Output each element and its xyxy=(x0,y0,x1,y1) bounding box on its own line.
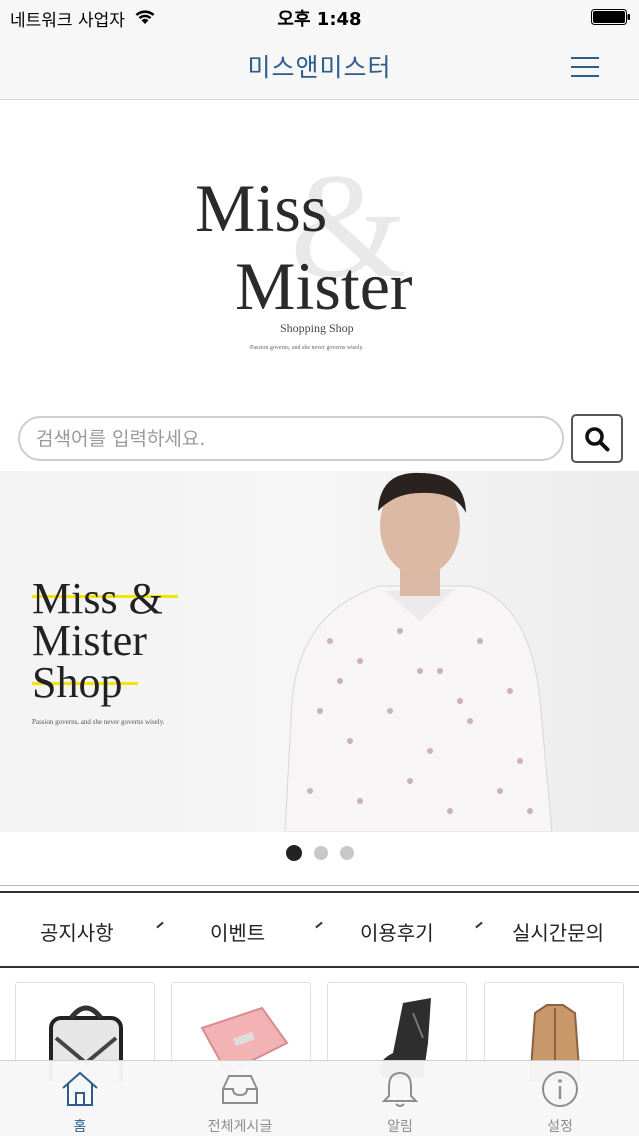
logo-line-2: Mister xyxy=(235,248,413,324)
category-live-inquiry[interactable]: 실시간문의 xyxy=(512,917,604,946)
home-icon xyxy=(62,1071,98,1106)
pager-dot-2[interactable] xyxy=(313,846,328,860)
logo-line-1: Miss xyxy=(195,170,327,246)
inbox-icon xyxy=(222,1075,258,1104)
hamburger-menu-icon[interactable] xyxy=(566,52,604,82)
brand-logo-area: & Miss Mister Shopping Shop Passion gove… xyxy=(0,101,639,406)
tab-home[interactable]: 홈 xyxy=(0,1061,160,1136)
tab-settings[interactable]: 설정 xyxy=(480,1061,639,1136)
tab-label: 전체게시글 xyxy=(207,1119,273,1135)
pager-dot-1[interactable] xyxy=(285,845,302,861)
battery-icon xyxy=(591,9,630,25)
promo-banner[interactable]: Miss & Mister Shop Passion governs, and … xyxy=(0,471,639,832)
tab-label: 알림 xyxy=(387,1119,413,1135)
search-field xyxy=(18,416,564,461)
category-review[interactable]: 이용후기 xyxy=(360,917,434,946)
banner-artwork: Miss & Mister Shop Passion governs, and … xyxy=(32,472,553,832)
tab-label: 설정 xyxy=(547,1119,573,1135)
bell-icon xyxy=(381,1071,419,1107)
tab-all-posts[interactable]: 전체게시글 xyxy=(160,1061,320,1136)
navigation-bar: 미스앤미스터 xyxy=(0,34,639,100)
banner-tagline: Passion governs, and she never governs w… xyxy=(32,718,165,726)
category-separator xyxy=(156,921,164,929)
search-button[interactable] xyxy=(571,414,623,463)
category-separator xyxy=(475,921,483,929)
status-bar: 네트워크 사업자 오후 1:48 xyxy=(0,0,639,34)
tab-bar: 홈 전체게시글 알림 설정 xyxy=(0,1060,639,1136)
info-icon xyxy=(542,1071,578,1107)
pager-dot-3[interactable] xyxy=(339,846,354,860)
category-menu: 공지사항 이벤트 이용후기 실시간문의 xyxy=(0,885,639,968)
brand-logo: & Miss Mister Shopping Shop Passion gove… xyxy=(195,143,413,351)
banner-model-image xyxy=(284,472,553,832)
category-event[interactable]: 이벤트 xyxy=(210,917,265,946)
page-title: 미스앤미스터 xyxy=(247,53,392,82)
status-time: 오후 1:48 xyxy=(277,9,362,30)
banner-line-3: Shop xyxy=(32,658,122,707)
logo-tagline: Passion governs, and she never governs w… xyxy=(250,345,364,351)
logo-subtitle: Shopping Shop xyxy=(280,321,354,335)
banner-page-indicator xyxy=(0,845,639,863)
category-separator xyxy=(315,921,323,929)
product-list xyxy=(0,982,639,1082)
tab-label: 홈 xyxy=(73,1119,87,1135)
search-input[interactable] xyxy=(36,424,546,454)
search-icon xyxy=(585,427,610,452)
tab-notifications[interactable]: 알림 xyxy=(320,1061,480,1136)
category-notice[interactable]: 공지사항 xyxy=(40,917,114,946)
